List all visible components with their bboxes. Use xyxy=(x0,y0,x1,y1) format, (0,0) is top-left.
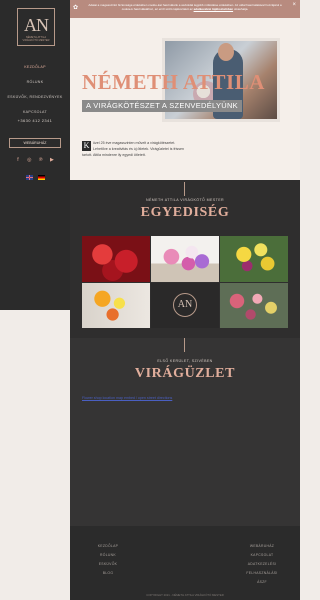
language-switcher xyxy=(26,175,45,180)
brand-logo[interactable]: AN NÉMETH ATTILA VIRÁGKÖTŐ MESTER xyxy=(17,8,55,46)
social-links: f ◎ ℗ ▶ xyxy=(15,157,55,163)
youtube-icon[interactable]: ▶ xyxy=(49,157,55,163)
footer-link-terms-of-use[interactable]: FELHASZNÁLÁSI xyxy=(232,569,292,578)
flower-shop-section: ELSŐ KERÜLET, SZIVÉBEN VIRÁGÜZLET Flower… xyxy=(70,338,300,526)
gallery-tile-flower-shop[interactable] xyxy=(220,282,288,328)
instagram-icon[interactable]: ◎ xyxy=(26,157,32,163)
cookie-text: Adatai a magasszintű biztonsága érdekébe… xyxy=(88,3,282,11)
sidebar: AN NÉMETH ATTILA VIRÁGKÖTŐ MESTER KEZDŐL… xyxy=(0,0,70,310)
nav-item-home[interactable]: KEZDŐLAP xyxy=(0,60,70,75)
cookie-icon: ✿ xyxy=(73,5,79,11)
monogram-logo: AN xyxy=(173,293,197,318)
main-nav: KEZDŐLAP RÓLUNK ESKÜVŐK, RENDEZVÉNYEK KA… xyxy=(0,60,70,120)
close-icon[interactable]: × xyxy=(292,2,296,8)
footer-link-webshop[interactable]: WEBÁRUHÁZ xyxy=(232,542,292,551)
flower-gallery: AN xyxy=(82,236,288,328)
gallery-tile-yellow-tulips[interactable] xyxy=(220,236,288,282)
section-divider-line xyxy=(184,338,185,352)
cookie-banner: ✿ Adatai a magasszintű biztonsága érdeké… xyxy=(70,0,300,18)
nav-item-weddings-events[interactable]: ESKÜVŐK, RENDEZVÉNYEK xyxy=(0,90,70,105)
copyright-text: COPYRIGHT 2021 - NÉMETH ATTILA VIRÁGKÖTŐ… xyxy=(146,593,224,597)
footer: KEZDŐLAP RÓLUNK ESKÜVŐK BLOG WEBÁRUHÁZ K… xyxy=(70,526,300,600)
privacy-policy-link[interactable]: adatkezelési tájékoztatóban xyxy=(194,7,234,11)
hero-section: NÉMETH ATTILA A VIRÁGKÖTÉSZET A SZENVEDÉ… xyxy=(70,18,300,195)
uniqueness-title: EGYEDISÉG xyxy=(140,205,230,220)
footer-link-blog[interactable]: BLOG xyxy=(78,569,138,578)
dropcap-letter: K xyxy=(82,141,91,151)
footer-link-home[interactable]: KEZDŐLAP xyxy=(78,542,138,551)
footer-link-gtc[interactable]: ÁSZF xyxy=(232,578,292,587)
logo-tagline: NÉMETH ATTILA VIRÁGKÖTŐ MESTER xyxy=(22,36,50,42)
cookie-message-end: olvashatja. xyxy=(233,7,249,11)
footer-link-weddings[interactable]: ESKÜVŐK xyxy=(78,560,138,569)
footer-nav-left: KEZDŐLAP RÓLUNK ESKÜVŐK BLOG xyxy=(78,542,138,578)
cookie-message: Adatai a magasszintű biztonsága érdekébe… xyxy=(88,3,282,11)
webshop-button[interactable]: WEBÁRUHÁZ xyxy=(9,138,61,148)
german-flag-icon[interactable] xyxy=(38,175,45,180)
gallery-tile-mixed-bouquet[interactable] xyxy=(151,236,219,282)
footer-link-about[interactable]: RÓLUNK xyxy=(78,551,138,560)
uniqueness-section: NÉMETH ATTILA VIRÁGKÖTŐ MESTER EGYEDISÉG… xyxy=(70,180,300,338)
hero-intro-body: özel 25 éve magasszinten művelt a virágk… xyxy=(82,141,185,157)
head-shape xyxy=(218,43,234,61)
english-flag-icon[interactable] xyxy=(26,175,33,180)
section-divider-line xyxy=(184,182,185,196)
gallery-tile-red-roses[interactable] xyxy=(82,236,150,282)
map-link[interactable]: Flower shop location map embed / open st… xyxy=(82,396,172,400)
pinterest-icon[interactable]: ℗ xyxy=(38,157,44,163)
facebook-icon[interactable]: f xyxy=(15,157,21,163)
hero-intro-text: K özel 25 éve magasszinten művelt a virá… xyxy=(82,140,190,158)
footer-link-privacy[interactable]: ADATKEZELÉSI xyxy=(232,560,292,569)
phone-number[interactable]: +3630 412 2341 xyxy=(0,118,70,123)
hero-subtitle: A VIRÁGKÖTÉSZET A SZENVEDÉLYÜNK xyxy=(82,100,242,112)
footer-nav-right: WEBÁRUHÁZ KAPCSOLAT ADATKEZELÉSI FELHASZ… xyxy=(232,542,292,587)
footer-link-contact[interactable]: KAPCSOLAT xyxy=(232,551,292,560)
uniqueness-kicker: NÉMETH ATTILA VIRÁGKÖTŐ MESTER xyxy=(145,198,225,202)
shop-kicker: ELSŐ KERÜLET, SZIVÉBEN xyxy=(157,359,213,363)
logo-monogram: AN xyxy=(24,15,49,35)
hero-title: NÉMETH ATTILA xyxy=(82,70,265,94)
gallery-tile-logo: AN xyxy=(151,282,219,328)
shop-title: VIRÁGÜZLET xyxy=(134,366,236,381)
gallery-tile-orange-flowers[interactable] xyxy=(82,282,150,328)
nav-item-about[interactable]: RÓLUNK xyxy=(0,75,70,90)
